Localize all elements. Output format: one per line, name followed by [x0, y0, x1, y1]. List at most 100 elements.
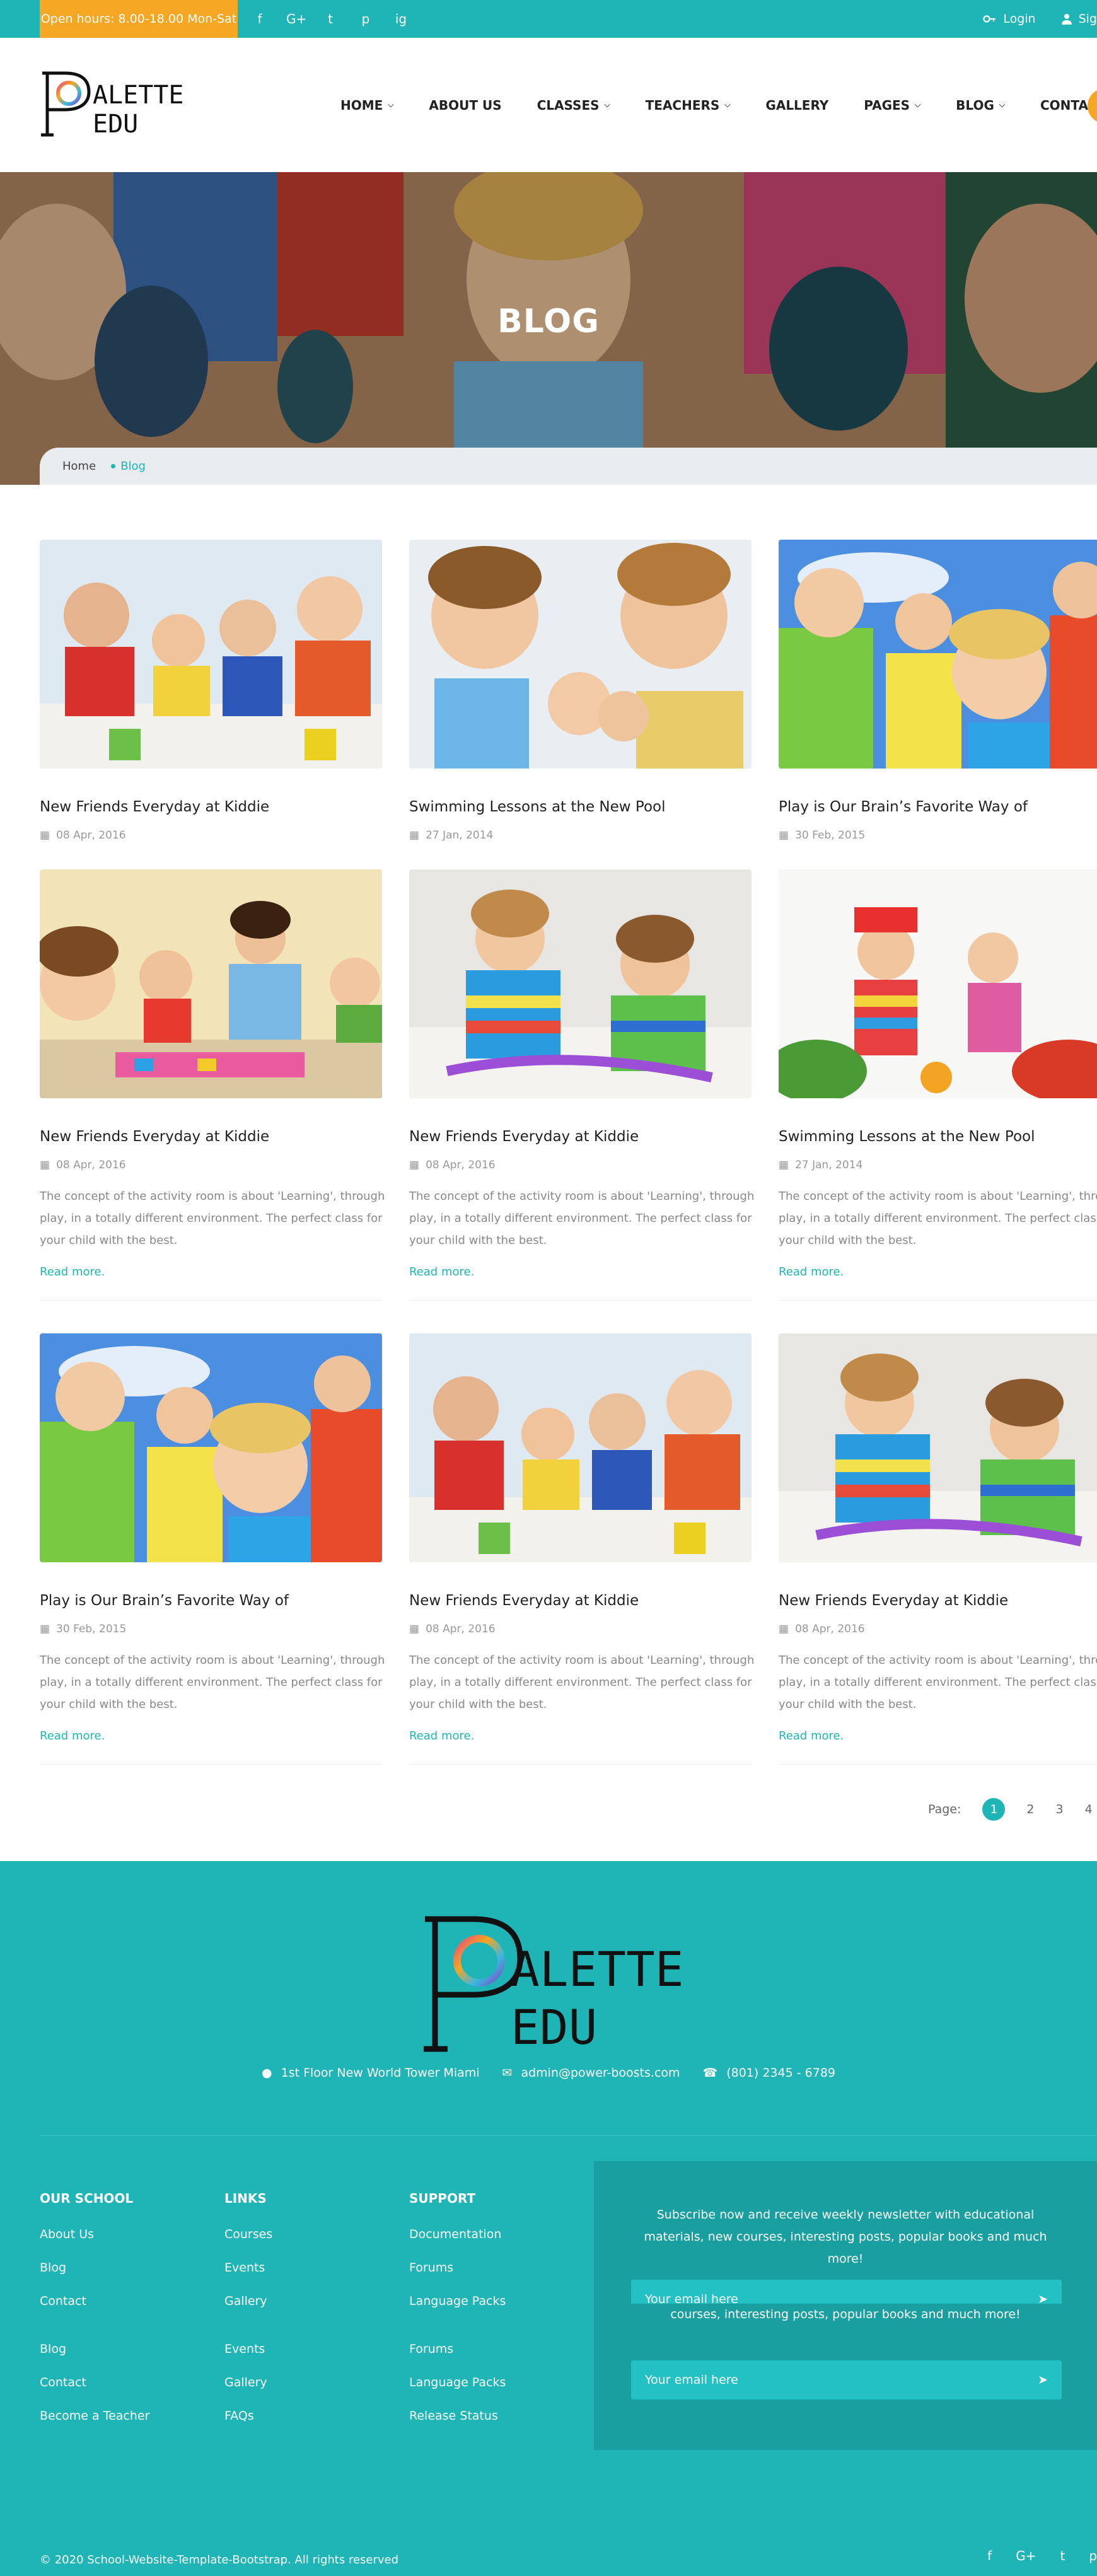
post-title[interactable]: Swimming Lessons at the New Pool: [779, 1128, 1097, 1145]
phone-text: (801) 2345 - 6789: [726, 2066, 835, 2080]
breadcrumb-home[interactable]: Home: [62, 460, 96, 473]
post-date: ▦ 08 Apr, 2016: [779, 1623, 1097, 1635]
google-plus-icon[interactable]: G+: [1016, 2548, 1036, 2563]
footer-heading: LINKS: [224, 2191, 267, 2206]
login-link[interactable]: Login: [983, 12, 1036, 26]
phone-item[interactable]: ☎ (801) 2345 - 6789: [703, 2066, 835, 2080]
post-title[interactable]: New Friends Everyday at Kiddie: [40, 1128, 382, 1145]
nav-teachers[interactable]: TEACHERS ⌵: [646, 98, 731, 113]
post-title[interactable]: Swimming Lessons at the New Pool: [409, 799, 752, 815]
page-link-2[interactable]: 2: [1026, 1802, 1034, 1816]
breadcrumb: Home Blog: [40, 448, 1097, 485]
post-title[interactable]: New Friends Everyday at Kiddie: [409, 1593, 752, 1609]
post-title[interactable]: New Friends Everyday at Kiddie: [779, 1593, 1097, 1609]
footer-divider: [40, 2135, 1097, 2136]
footer-link[interactable]: Contact: [40, 2295, 149, 2328]
read-more-link[interactable]: Read more.: [40, 1729, 382, 1743]
nav-classes[interactable]: CLASSES ⌵: [537, 98, 610, 113]
footer-link[interactable]: Language Packs: [409, 2376, 506, 2410]
page-link-3[interactable]: 3: [1056, 1802, 1064, 1816]
post-thumbnail[interactable]: [779, 1333, 1097, 1562]
footer-link[interactable]: Become a Teacher: [40, 2410, 149, 2443]
page-link-4[interactable]: 4: [1085, 1802, 1093, 1816]
footer-link[interactable]: Courses: [224, 2228, 272, 2261]
post-thumbnail[interactable]: [409, 1333, 752, 1562]
instagram-icon[interactable]: ig: [392, 11, 410, 26]
post-thumbnail[interactable]: [409, 540, 752, 769]
pinterest-icon[interactable]: p: [1089, 2548, 1097, 2563]
card-divider: [409, 1764, 752, 1765]
email-item[interactable]: ✉ admin@power-boosts.com: [502, 2066, 680, 2080]
twitter-icon[interactable]: t: [1060, 2548, 1065, 2563]
send-icon[interactable]: ➤: [1038, 2373, 1048, 2387]
footer-link[interactable]: Blog: [40, 2343, 149, 2376]
footer-link[interactable]: Gallery: [224, 2295, 272, 2328]
footer-link[interactable]: Blog: [40, 2261, 149, 2295]
post-title[interactable]: Play is Our Brain’s Favorite Way of: [40, 1593, 382, 1609]
footer-link[interactable]: Events: [224, 2261, 272, 2295]
read-more-link[interactable]: Read more.: [409, 1729, 752, 1743]
nav-home[interactable]: HOME ⌵: [340, 98, 393, 113]
page-title: BLOG: [497, 303, 600, 340]
signup-link[interactable]: Sig: [1061, 12, 1097, 26]
post-title[interactable]: Play is Our Brain’s Favorite Way of: [779, 799, 1097, 815]
post-title[interactable]: New Friends Everyday at Kiddie: [409, 1128, 752, 1145]
pinterest-icon[interactable]: p: [357, 11, 374, 26]
post-date: ▦ 08 Apr, 2016: [409, 1623, 752, 1635]
read-more-link[interactable]: Read more.: [779, 1729, 1097, 1743]
page-link-1[interactable]: 1: [982, 1798, 1006, 1821]
signup-label: Sig: [1078, 12, 1097, 26]
post-title[interactable]: New Friends Everyday at Kiddie: [40, 799, 382, 815]
footer-social-links: f G+ t p: [987, 2548, 1097, 2563]
footer-link[interactable]: Contact: [40, 2376, 149, 2410]
footer-link[interactable]: About Us: [40, 2228, 149, 2261]
post-thumbnail[interactable]: [40, 540, 382, 769]
footer-link[interactable]: Release Status: [409, 2410, 506, 2443]
post-thumbnail[interactable]: [40, 869, 382, 1098]
nav-about-us[interactable]: ABOUT US: [429, 98, 501, 113]
nav-gallery[interactable]: GALLERY: [765, 98, 828, 113]
post-thumbnail[interactable]: [40, 1333, 382, 1562]
nav-pages-label: PAGES: [864, 97, 910, 113]
post-date: ▦ 27 Jan, 2014: [779, 1159, 1097, 1171]
contact-info: ● 1st Floor New World Tower Miami ✉ admin@…: [0, 2066, 1097, 2080]
post-excerpt: The concept of the activity room is abou…: [40, 1190, 385, 1247]
footer-logo[interactable]: ALETTE EDU: [416, 1912, 681, 2057]
footer-link[interactable]: Documentation: [409, 2228, 506, 2261]
newsletter-email-input[interactable]: Your email here ➤: [631, 2360, 1062, 2399]
calendar-icon: ▦: [409, 1623, 420, 1635]
read-more-link[interactable]: Read more.: [40, 1265, 382, 1279]
nav-blog[interactable]: BLOG ⌵: [956, 98, 1005, 113]
post-date-text: 27 Jan, 2014: [795, 1159, 863, 1171]
calendar-icon: ▦: [779, 829, 789, 842]
blog-row-1: New Friends Everyday at Kiddie ▦ 08 Apr, …: [40, 540, 1097, 867]
nav-pages[interactable]: PAGES ⌵: [864, 98, 920, 113]
newsletter-text: Subscribe now and receive weekly newslet…: [644, 2208, 1047, 2266]
footer-col-links: LINKS Courses Events Gallery Events Gall…: [224, 2191, 272, 2443]
footer-link[interactable]: Language Packs: [409, 2295, 506, 2328]
pagination-label: Page:: [928, 1802, 961, 1816]
site-logo[interactable]: ALETTE EDU: [40, 69, 210, 139]
facebook-icon[interactable]: f: [987, 2548, 992, 2563]
footer-link[interactable]: Forums: [409, 2343, 506, 2376]
footer-link[interactable]: FAQs: [224, 2410, 272, 2443]
post-date-text: 08 Apr, 2016: [56, 829, 126, 842]
twitter-icon[interactable]: t: [322, 11, 339, 26]
phone-icon: ☎: [702, 2066, 718, 2080]
google-plus-icon[interactable]: G+: [286, 11, 306, 26]
nav-blog-label: BLOG: [956, 97, 994, 113]
blog-card: Swimming Lessons at the New Pool ▦ 27 Jan…: [779, 869, 1097, 1301]
address-item: ● 1st Floor New World Tower Miami: [262, 2066, 480, 2080]
footer-col-support: SUPPORT Documentation Forums Language Pa…: [409, 2191, 506, 2443]
read-more-link[interactable]: Read more.: [779, 1265, 1097, 1279]
footer-link[interactable]: Gallery: [224, 2376, 272, 2410]
footer-link[interactable]: Events: [224, 2343, 272, 2376]
read-more-link[interactable]: Read more.: [409, 1265, 752, 1279]
post-thumbnail[interactable]: [779, 540, 1097, 769]
blog-card: New Friends Everyday at Kiddie ▦ 08 Apr, …: [409, 869, 754, 1301]
post-thumbnail[interactable]: [779, 869, 1097, 1098]
footer-link[interactable]: Forums: [409, 2261, 506, 2295]
facebook-icon[interactable]: f: [251, 11, 269, 26]
post-thumbnail[interactable]: [409, 869, 752, 1098]
footer-heading: SUPPORT: [409, 2191, 476, 2206]
